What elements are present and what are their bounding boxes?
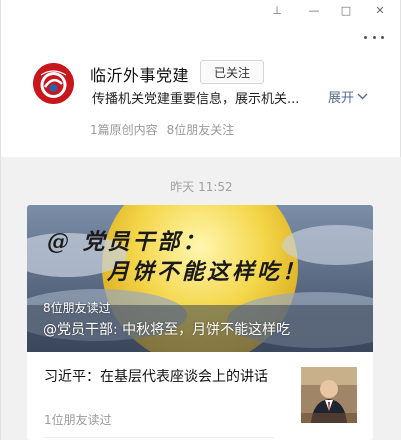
article-thumbnail: [301, 367, 357, 423]
close-icon[interactable]: ✕: [365, 0, 395, 20]
featured-readers: 8位朋友读过: [43, 301, 111, 315]
publish-time: 昨天 11:52: [170, 180, 233, 194]
logo-icon[interactable]: [33, 63, 74, 104]
minimize-icon[interactable]: —: [299, 0, 329, 20]
maximize-icon[interactable]: □: [331, 0, 361, 20]
account-name[interactable]: 临沂外事党建: [90, 62, 189, 86]
list-item[interactable]: 习近平：在基层代表座谈会上的讲话 1位朋友读过: [27, 352, 373, 440]
chevron-down-icon: [357, 89, 368, 104]
expand-button[interactable]: 展开: [328, 87, 368, 106]
cover-headline: @ 党员干部： 月饼不能这样吃！: [47, 227, 307, 287]
title-bar: ⊥ — □ ✕: [1, 0, 400, 20]
account-description: 传播机关党建重要信息，展示机关...: [92, 92, 300, 107]
more-icon[interactable]: [364, 31, 384, 43]
article-feed: 昨天 11:52 @ 党员干部： 月饼不能这样吃！ 8位朋友读过 @党员干部: …: [1, 157, 401, 440]
cover-line-1: @ 党员干部：: [47, 229, 208, 255]
friends-following: 8位朋友关注: [166, 123, 235, 137]
account-stats: 1篇原创内容 8位朋友关注: [90, 121, 234, 138]
article-card: @ 党员干部： 月饼不能这样吃！ 8位朋友读过 @党员干部: 中秋将至，月饼不能…: [27, 205, 373, 440]
featured-article[interactable]: @ 党员干部： 月饼不能这样吃！ 8位朋友读过 @党员干部: 中秋将至，月饼不能…: [27, 205, 373, 352]
cover-line-2: 月饼不能这样吃！: [107, 259, 308, 285]
pin-icon[interactable]: ⊥: [262, 0, 292, 20]
follow-button[interactable]: 已关注: [200, 60, 264, 84]
article-title: 习近平：在基层代表座谈会上的讲话: [44, 369, 268, 385]
featured-title: @党员干部: 中秋将至，月饼不能这样吃: [43, 322, 291, 338]
article-list-window: ⊥ — □ ✕ 临沂外事党建 已关注 传播机关党建重要信息，展示机关... 展开…: [0, 0, 401, 440]
original-count: 1篇原创内容: [90, 123, 158, 137]
divider: [44, 437, 274, 438]
expand-label: 展开: [328, 91, 355, 106]
article-readers: 1位朋友读过: [44, 413, 112, 427]
